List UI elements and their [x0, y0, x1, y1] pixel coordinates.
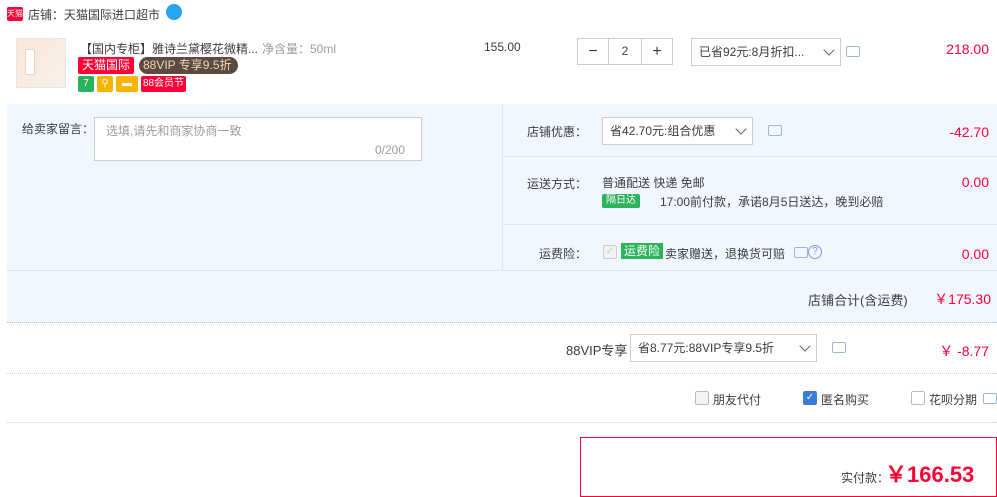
divider: [7, 270, 997, 271]
message-placeholder: 选填,请先和商家协商一致: [106, 124, 242, 138]
vip-discount-tag: 88VIP 专享9.5折: [139, 57, 238, 74]
shop-name[interactable]: 店铺：天猫国际进口超市: [28, 6, 160, 23]
vip-festival-icon: 88会员节: [141, 76, 186, 92]
vip-amount: ￥ -8.77: [939, 343, 989, 359]
divider: [502, 104, 503, 270]
product-thumbnail[interactable]: [16, 38, 66, 88]
vip-discount-value: 省8.77元:88VIP专享9.5折: [638, 341, 775, 355]
divider: [7, 422, 997, 423]
insurance-checkbox[interactable]: ✓: [603, 245, 617, 259]
divider: [503, 156, 997, 157]
vip-label: 88VIP专享: [566, 343, 628, 358]
comment-icon[interactable]: [983, 393, 997, 404]
message-count: 0/200: [375, 143, 406, 157]
item-total: 218.00: [946, 41, 989, 57]
comment-icon[interactable]: [768, 125, 782, 136]
tmall-badge: 天猫: [7, 7, 23, 21]
credit-card-icon: ▬: [116, 76, 138, 92]
delivery-amount: 0.00: [961, 174, 989, 190]
friend-pay-checkbox[interactable]: [695, 391, 709, 405]
tmall-intl-tag: 天猫国际: [78, 57, 135, 74]
insurance-label: 运费险：: [539, 247, 588, 261]
comment-icon[interactable]: [794, 247, 808, 258]
delivery-method: 普通配送 快递 免邮: [602, 176, 705, 190]
qty-plus-button[interactable]: +: [642, 39, 672, 64]
next-day-badge: 隔日达: [602, 194, 640, 208]
shop-total-amount: ￥175.30: [934, 291, 991, 307]
shop-total-label: 店铺合计(含运费): [808, 293, 908, 308]
shop-discount-label: 店铺优惠：: [527, 125, 588, 139]
item-discount-value: 已省92元:8月折扣...: [699, 45, 805, 59]
product-title[interactable]: 【国内专柜】雅诗兰黛樱花微精...: [80, 40, 258, 57]
insurance-badge: 运费险: [621, 243, 664, 259]
product-spec: 净含量：50ml: [262, 42, 337, 56]
friend-pay-label[interactable]: 朋友代付: [713, 391, 761, 408]
comment-icon[interactable]: [832, 342, 846, 353]
help-icon[interactable]: ?: [808, 245, 822, 259]
seven-day-return-icon: 7: [78, 76, 94, 92]
delivery-label: 运送方式：: [527, 177, 588, 191]
item-discount-select[interactable]: 已省92元:8月折扣...: [691, 38, 841, 66]
message-label: 给卖家留言：: [22, 122, 95, 136]
service-icons: 7 ⚲ ▬ 88会员节: [78, 76, 186, 92]
chevron-down-icon: [735, 122, 747, 135]
insurance-amount: 0.00: [961, 246, 989, 262]
insurance-text: 卖家赠送，退换货可赔: [665, 247, 786, 261]
anonymous-label[interactable]: 匿名购买: [821, 391, 869, 408]
comment-icon[interactable]: [846, 46, 860, 57]
chevron-down-icon: [799, 339, 811, 352]
shop-discount-value: 省42.70元:组合优惠: [610, 124, 716, 138]
vip-discount-select[interactable]: 省8.77元:88VIP专享9.5折: [630, 334, 817, 362]
huabei-checkbox[interactable]: [911, 391, 925, 405]
payment-amount: ￥166.53: [885, 462, 975, 487]
guarantee-icon: ⚲: [97, 76, 113, 92]
unit-price: 155.00: [484, 40, 521, 54]
divider: [503, 224, 997, 225]
huabei-label[interactable]: 花呗分期: [929, 391, 977, 408]
quantity-stepper[interactable]: − 2 +: [577, 38, 673, 65]
qty-input[interactable]: 2: [608, 39, 642, 64]
delivery-note: 17:00前付款，承诺8月5日送达，晚到必赔: [660, 195, 884, 209]
qty-minus-button[interactable]: −: [578, 39, 608, 64]
anonymous-checkbox[interactable]: ✓: [803, 391, 817, 405]
divider: [7, 373, 997, 374]
shop-discount-amount: -42.70: [949, 124, 989, 140]
shop-discount-select[interactable]: 省42.70元:组合优惠: [602, 117, 753, 145]
chat-bubble-icon[interactable]: [166, 4, 182, 20]
payment-label: 实付款：: [841, 471, 890, 485]
chevron-down-icon: [823, 43, 835, 56]
